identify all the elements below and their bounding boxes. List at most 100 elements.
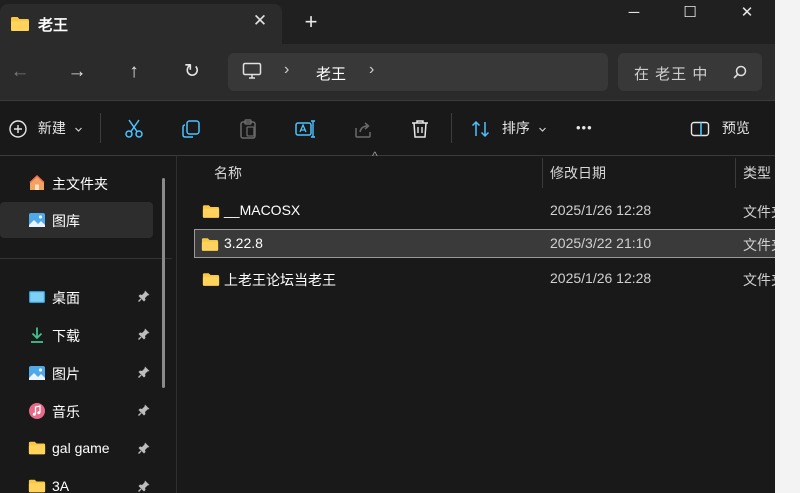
cut-button[interactable]: [123, 114, 145, 142]
home-icon: [28, 174, 46, 192]
desktop-background: [775, 0, 800, 493]
column-header-type[interactable]: 类型: [743, 158, 771, 188]
file-row-selected[interactable]: 3.22.8 2025/3/22 21:10 文件夹: [194, 229, 775, 258]
refresh-button[interactable]: ↻: [177, 58, 207, 86]
back-button[interactable]: ←: [5, 58, 35, 86]
breadcrumb-chevron-icon[interactable]: ›: [284, 61, 289, 79]
copy-button[interactable]: [180, 114, 202, 142]
sidebar-item-label: 3A: [52, 478, 70, 493]
copy-icon: [180, 120, 202, 139]
paste-button[interactable]: [237, 114, 259, 142]
preview-pane-icon: [690, 120, 710, 137]
sort-button[interactable]: 排序: [470, 114, 547, 142]
new-button-label: 新建: [37, 120, 66, 136]
file-explorer-window: 老王 ✕ + ─ ☐ ✕ ← → ↑ ↻ › 老王 › 在 老王 中 新建 排序…: [0, 0, 775, 493]
delete-button[interactable]: [409, 114, 431, 142]
folder-icon: [202, 272, 220, 292]
computer-icon: [242, 62, 262, 85]
close-window-button[interactable]: ✕: [724, 2, 770, 24]
sidebar-item-label: 音乐: [52, 404, 80, 420]
breadcrumb-chevron-icon[interactable]: ›: [369, 61, 374, 79]
minimize-button[interactable]: ─: [611, 2, 657, 24]
search-box[interactable]: 在 老王 中: [618, 53, 762, 91]
preview-pane-label: 预览: [721, 120, 750, 136]
sidebar-item-downloads[interactable]: 下载: [0, 317, 153, 353]
sidebar-item-pictures[interactable]: 图片: [0, 355, 153, 391]
breadcrumb-item[interactable]: 老王: [316, 63, 346, 84]
chevron-down-icon: [538, 120, 547, 136]
desktop-icon: [28, 288, 46, 306]
pin-icon[interactable]: [137, 441, 151, 455]
sidebar-item-gal-game[interactable]: gal game: [0, 431, 153, 467]
plus-circle-icon: [8, 120, 28, 138]
new-tab-button[interactable]: +: [298, 9, 324, 35]
file-name: __MACOSX: [224, 202, 301, 218]
navigation-bar: ← → ↑ ↻ › 老王 › 在 老王 中: [0, 44, 775, 100]
sidebar-item-label: 下载: [52, 328, 80, 344]
sidebar-item-label: gal game: [52, 440, 110, 456]
sidebar-item-music[interactable]: 音乐: [0, 393, 153, 429]
file-name: 3.22.8: [224, 235, 263, 251]
folder-icon: [201, 237, 219, 257]
sidebar-scrollbar[interactable]: [162, 178, 165, 388]
command-divider: [100, 113, 101, 143]
gallery-icon: [28, 211, 46, 229]
file-modified: 2025/3/22 21:10: [550, 235, 652, 251]
pin-icon[interactable]: [137, 403, 151, 417]
cut-icon: [123, 119, 145, 139]
command-divider: [451, 113, 452, 143]
preview-pane-button[interactable]: 预览: [690, 114, 750, 142]
more-options-button[interactable]: •••: [576, 114, 593, 142]
file-type: 文件夹: [743, 237, 775, 253]
folder-icon: [202, 204, 220, 224]
navigation-pane: 主文件夹 图库 桌面 下载 图片 音乐 gal game 3A: [0, 156, 172, 493]
column-divider[interactable]: [735, 158, 736, 188]
folder-icon: [10, 16, 30, 37]
sort-ascending-icon: ^: [372, 149, 378, 163]
maximize-button[interactable]: ☐: [667, 2, 713, 24]
search-input[interactable]: 在 老王 中: [634, 63, 708, 84]
up-button[interactable]: ↑: [119, 58, 149, 86]
file-row[interactable]: 上老王论坛当老王 2025/1/26 12:28 文件夹: [194, 264, 775, 294]
sort-button-label: 排序: [501, 120, 530, 136]
share-icon: [352, 120, 374, 139]
pin-icon[interactable]: [137, 327, 151, 341]
new-button[interactable]: 新建: [8, 114, 83, 142]
tab-close-button[interactable]: ✕: [248, 9, 272, 33]
pictures-icon: [28, 364, 46, 382]
rename-icon: [294, 120, 318, 138]
file-modified: 2025/1/26 12:28: [550, 202, 652, 218]
sidebar-divider: [0, 258, 172, 259]
sidebar-item-home[interactable]: 主文件夹: [0, 165, 153, 201]
pin-icon[interactable]: [137, 289, 151, 303]
folder-icon: [28, 478, 46, 493]
download-icon: [28, 326, 46, 344]
column-divider[interactable]: [542, 158, 543, 188]
folder-icon: [28, 440, 46, 458]
sidebar-item-label: 图片: [52, 366, 80, 382]
pane-splitter[interactable]: [176, 156, 177, 493]
tab-current[interactable]: 老王 ✕: [0, 4, 282, 44]
file-name: 上老王论坛当老王: [224, 272, 336, 288]
delete-icon: [409, 120, 431, 139]
command-bar: 新建 排序 ••• 预览: [0, 101, 775, 155]
pin-icon[interactable]: [137, 479, 151, 493]
sidebar-item-3a[interactable]: 3A: [0, 469, 153, 493]
sidebar-item-label: 主文件夹: [52, 176, 108, 192]
title-bar: 老王 ✕ + ─ ☐ ✕: [0, 0, 775, 44]
file-row[interactable]: __MACOSX 2025/1/26 12:28 文件夹: [194, 196, 775, 226]
music-icon: [28, 402, 46, 420]
forward-button[interactable]: →: [62, 58, 92, 86]
column-header-modified[interactable]: 修改日期: [550, 158, 606, 188]
file-type: 文件夹: [743, 272, 775, 288]
sidebar-item-label: 图库: [52, 213, 80, 229]
rename-button[interactable]: [294, 114, 318, 142]
sidebar-item-desktop[interactable]: 桌面: [0, 279, 153, 315]
search-icon[interactable]: [732, 64, 748, 85]
pin-icon[interactable]: [137, 365, 151, 379]
sort-icon: [470, 120, 492, 138]
share-button[interactable]: [352, 114, 374, 142]
column-header-name[interactable]: 名称: [214, 158, 242, 188]
sidebar-item-gallery[interactable]: 图库: [0, 202, 153, 238]
address-bar[interactable]: › 老王 ›: [228, 53, 608, 91]
